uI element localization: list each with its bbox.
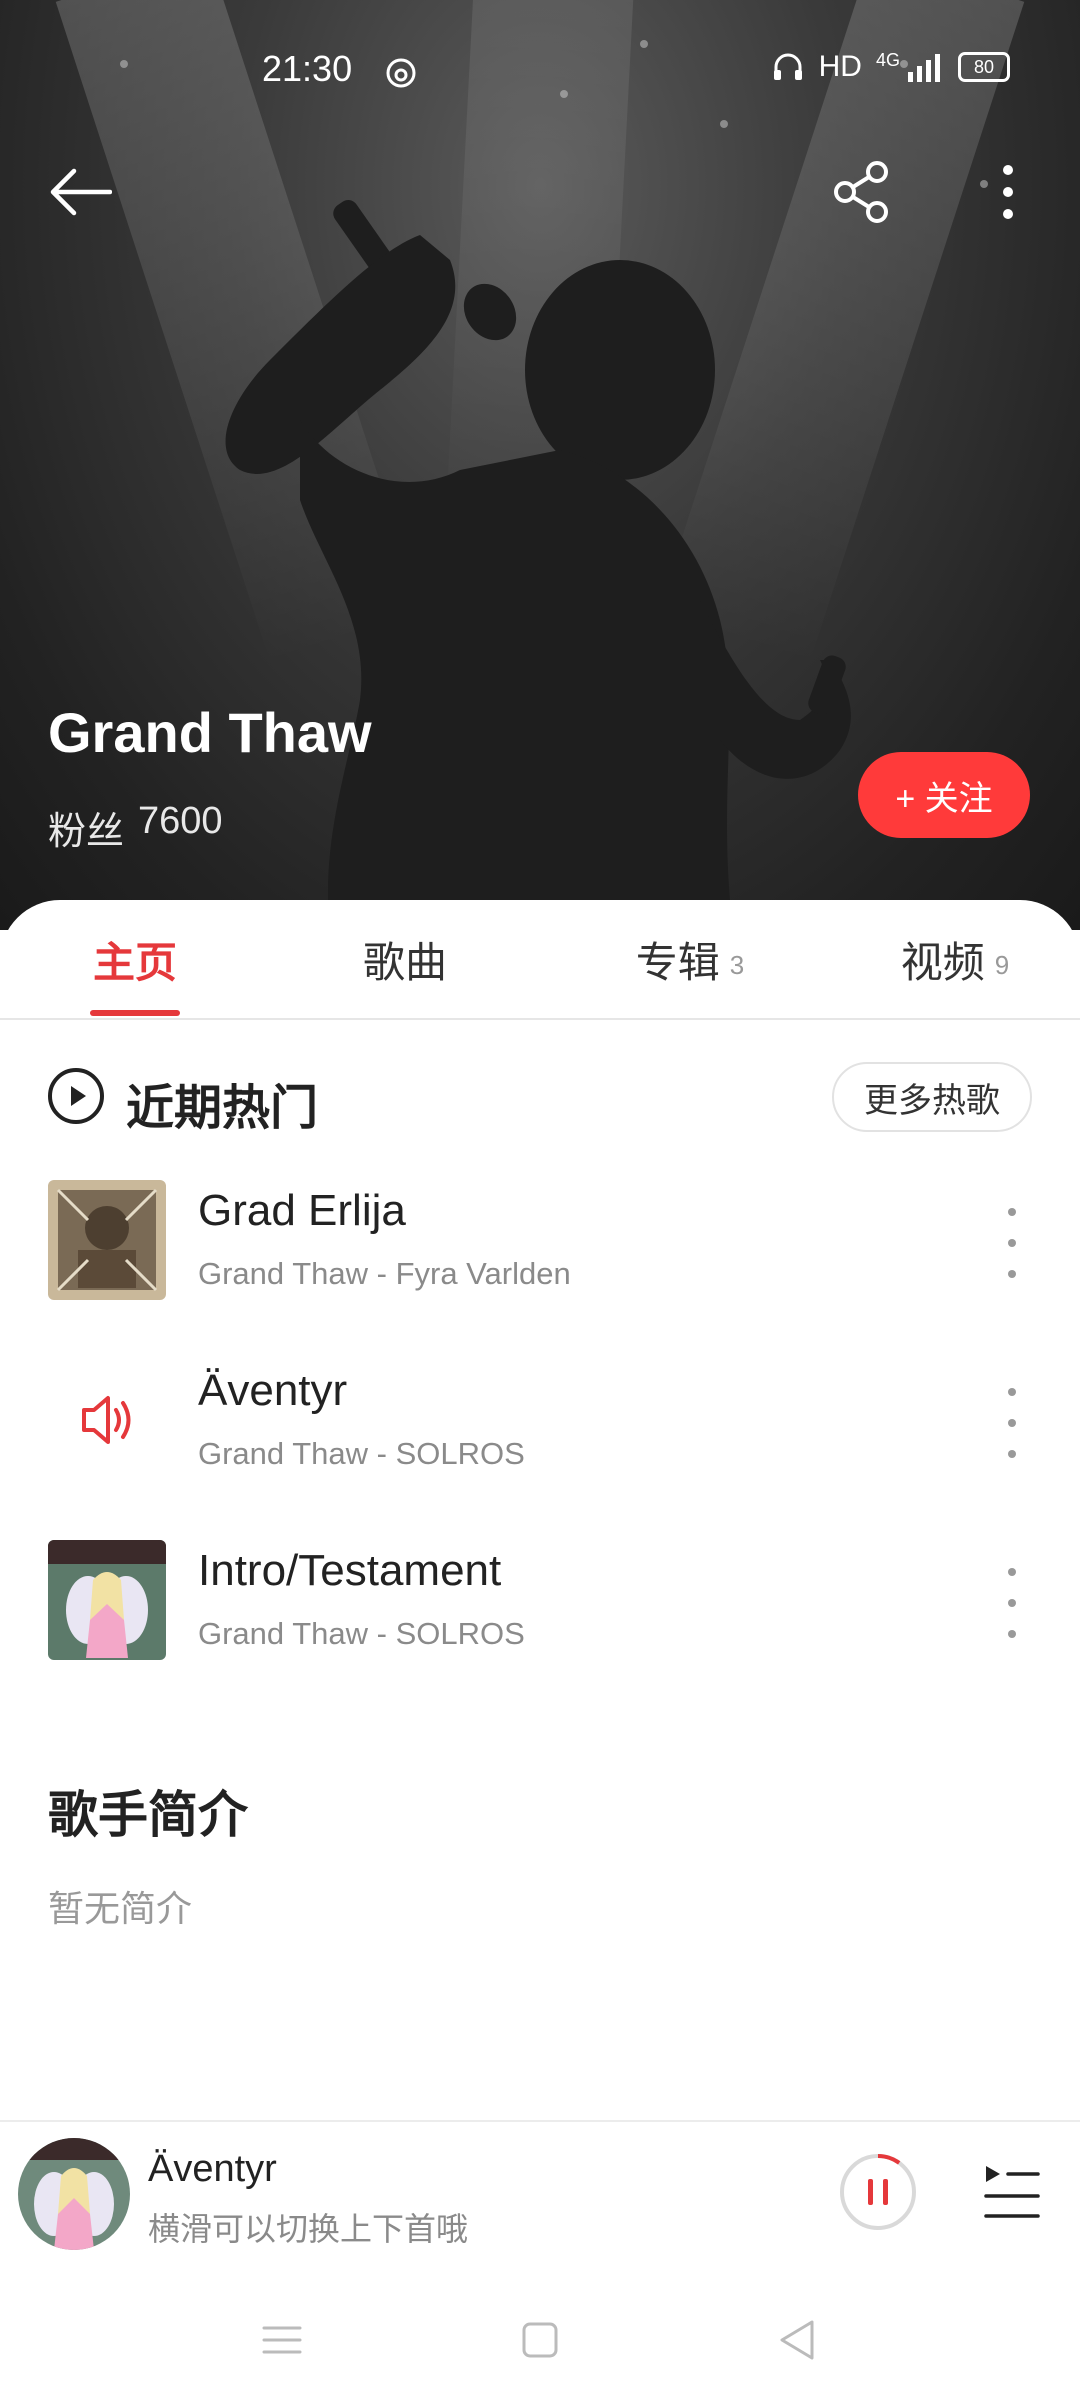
song-subtitle: Grand Thaw - SOLROS	[198, 1436, 525, 1471]
dot	[1008, 1270, 1016, 1278]
album-cover	[48, 1540, 166, 1660]
tab-songs[interactable]: 歌曲	[320, 900, 490, 1018]
nav-home-icon[interactable]	[510, 2310, 570, 2370]
artist-hero: 21:30 HD 4G 80 Grand Thaw 粉丝 7600 + 关注	[0, 0, 1080, 930]
cellular-label: 4G	[875, 49, 900, 70]
follow-button[interactable]: + 关注	[858, 752, 1030, 838]
tab-albums[interactable]: 专辑 3	[590, 900, 790, 1018]
more-options-button[interactable]	[968, 152, 1048, 232]
system-nav-bar	[0, 2270, 1080, 2400]
mini-player[interactable]: Äventyr 横滑可以切换上下首哦	[0, 2120, 1080, 2272]
tab-label: 专辑	[635, 938, 720, 986]
now-playing-indicator	[48, 1360, 166, 1480]
song-more-button[interactable]	[992, 1568, 1032, 1638]
tab-home[interactable]: 主页	[50, 900, 220, 1018]
tab-bar: 主页 歌曲 专辑 3 视频 9	[0, 900, 1080, 1020]
song-more-button[interactable]	[992, 1388, 1032, 1458]
artist-name: Grand Thaw	[48, 701, 372, 764]
content-sheet: 主页 歌曲 专辑 3 视频 9 近期热门 更多热歌 Grad Erlija Gr…	[0, 900, 1080, 2120]
play-all-button[interactable]	[48, 1068, 104, 1124]
share-button[interactable]	[823, 152, 903, 232]
pause-icon	[840, 2154, 916, 2230]
status-bar: 21:30 HD 4G 80	[0, 0, 1080, 140]
song-row[interactable]: Grad Erlija Grand Thaw - Fyra Varlden	[48, 1180, 1032, 1310]
album-art-image	[48, 1540, 166, 1660]
back-arrow-icon	[50, 168, 112, 216]
play-circle-icon	[71, 1086, 86, 1106]
tab-label: 主页	[92, 938, 177, 986]
share-icon	[834, 161, 888, 223]
playlist-button[interactable]	[980, 2160, 1044, 2224]
bio-text: 暂无简介	[48, 1888, 193, 1929]
more-vertical-icon	[1003, 165, 1013, 219]
album-cover	[48, 1180, 166, 1300]
mini-player-hint: 横滑可以切换上下首哦	[148, 2211, 469, 2247]
dot	[1008, 1239, 1016, 1247]
song-title: Grad Erlija	[198, 1186, 406, 1235]
status-time: 21:30	[262, 48, 353, 89]
tab-label: 歌曲	[362, 938, 447, 986]
speaker-icon	[82, 1396, 131, 1444]
hot-section-header: 近期热门 更多热歌	[48, 1058, 1032, 1138]
playback-progress-arc	[877, 2154, 901, 2165]
song-more-button[interactable]	[992, 1208, 1032, 1278]
status-indicators: HD 4G 80	[771, 50, 1010, 84]
dot	[1008, 1630, 1016, 1638]
netease-music-icon	[386, 58, 416, 88]
battery-icon: 80	[958, 52, 1010, 82]
nav-back-icon[interactable]	[768, 2310, 828, 2370]
dot	[1008, 1388, 1016, 1396]
more-hot-songs-button[interactable]: 更多热歌	[832, 1062, 1032, 1132]
mini-player-title: Äventyr	[148, 2148, 277, 2190]
tab-count: 3	[729, 949, 745, 980]
mini-player-cover[interactable]	[18, 2138, 130, 2250]
dot	[1008, 1450, 1016, 1458]
song-subtitle: Grand Thaw - Fyra Varlden	[198, 1256, 571, 1291]
album-art-image	[18, 2138, 130, 2250]
tab-label: 视频	[900, 938, 985, 986]
album-art-image	[48, 1180, 166, 1300]
nav-menu-icon[interactable]	[252, 2310, 312, 2370]
song-title: Äventyr	[198, 1366, 348, 1415]
bio-title: 歌手简介	[48, 1787, 248, 1843]
dot	[1008, 1208, 1016, 1216]
song-title: Intro/Testament	[198, 1546, 502, 1595]
fans-number: 7600	[138, 800, 223, 842]
fans-label: 粉丝	[48, 811, 125, 853]
dot	[1008, 1568, 1016, 1576]
hot-section-title: 近期热门	[126, 1082, 319, 1135]
active-tab-indicator	[90, 1010, 180, 1016]
song-subtitle: Grand Thaw - SOLROS	[198, 1616, 525, 1651]
pause-button[interactable]	[838, 2152, 918, 2232]
fans-count: 粉丝 7600	[48, 800, 223, 855]
song-row[interactable]: Intro/Testament Grand Thaw - SOLROS	[48, 1540, 1032, 1670]
tab-count: 9	[994, 949, 1010, 980]
headphone-icon	[773, 53, 802, 80]
back-button[interactable]	[40, 152, 120, 232]
dot	[1008, 1419, 1016, 1427]
playlist-icon	[984, 2166, 1040, 2218]
song-row[interactable]: Äventyr Grand Thaw - SOLROS	[48, 1360, 1032, 1490]
signal-icon	[908, 54, 940, 82]
hd-label: HD	[818, 50, 862, 83]
tab-videos[interactable]: 视频 9	[860, 900, 1050, 1018]
dot	[1008, 1599, 1016, 1607]
